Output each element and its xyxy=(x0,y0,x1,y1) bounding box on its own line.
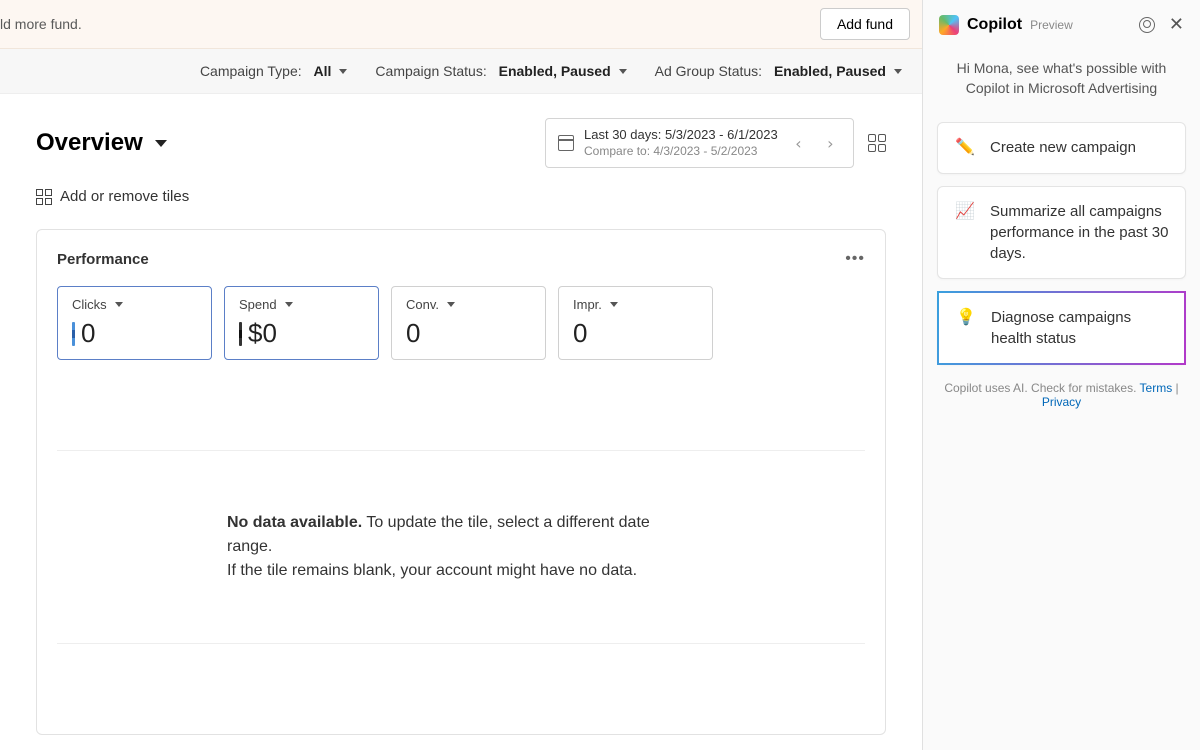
overview-dropdown[interactable]: Overview xyxy=(36,129,167,157)
copilot-header: Copilot Preview ✕ xyxy=(923,0,1200,49)
bulb-icon: 💡 xyxy=(955,307,977,329)
date-range-picker[interactable]: Last 30 days: 5/3/2023 - 6/1/2023 Compar… xyxy=(545,118,854,168)
campaign-type-filter[interactable]: Campaign Type: All xyxy=(200,63,347,79)
card-menu-button[interactable]: ••• xyxy=(845,250,865,268)
performance-card: Performance ••• Clicks0Spend$0Conv.0Impr… xyxy=(36,229,886,735)
chevron-down-icon xyxy=(285,302,293,307)
terms-link[interactable]: Terms xyxy=(1140,381,1173,395)
chart-icon: 📈 xyxy=(954,201,976,223)
chevron-down-icon xyxy=(619,69,627,74)
top-right-controls: Last 30 days: 5/3/2023 - 6/1/2023 Compar… xyxy=(545,118,886,168)
chevron-down-icon xyxy=(894,69,902,74)
copilot-suggestion-card[interactable]: 📈 Summarize all campaigns performance in … xyxy=(937,186,1186,279)
chevron-down-icon xyxy=(115,302,123,307)
fund-banner: ld more fund. Add fund xyxy=(0,0,922,49)
copilot-footer: Copilot uses AI. Check for mistakes. Ter… xyxy=(923,365,1200,425)
copilot-greeting: Hi Mona, see what's possible with Copilo… xyxy=(923,49,1200,122)
copilot-title: Copilot xyxy=(967,16,1022,34)
copilot-suggestion-card[interactable]: 💡 Diagnose campaigns health status xyxy=(937,291,1186,365)
metrics-row: Clicks0Spend$0Conv.0Impr.0 xyxy=(57,286,865,360)
metric-value: 0 xyxy=(573,318,587,349)
suggestion-text: Summarize all campaigns performance in t… xyxy=(990,201,1169,264)
add-fund-button[interactable]: Add fund xyxy=(820,8,910,40)
chevron-down-icon xyxy=(447,302,455,307)
adgroup-status-filter[interactable]: Ad Group Status: Enabled, Paused xyxy=(655,63,902,79)
overview-header-row: Overview Last 30 days: 5/3/2023 - 6/1/20… xyxy=(36,118,886,168)
tiles-icon xyxy=(36,189,52,205)
chevron-down-icon xyxy=(339,69,347,74)
date-range-text: Last 30 days: 5/3/2023 - 6/1/2023 xyxy=(584,127,778,144)
copilot-panel: Copilot Preview ✕ Hi Mona, see what's po… xyxy=(922,0,1200,750)
close-icon[interactable]: ✕ xyxy=(1169,14,1184,35)
metric-value: $0 xyxy=(248,318,277,349)
metric-impr[interactable]: Impr.0 xyxy=(558,286,713,360)
suggestion-text: Create new campaign xyxy=(990,137,1136,158)
metric-clicks[interactable]: Clicks0 xyxy=(57,286,212,360)
content-area: Overview Last 30 days: 5/3/2023 - 6/1/20… xyxy=(0,94,922,750)
metric-value: 0 xyxy=(406,318,420,349)
banner-text: ld more fund. xyxy=(0,16,82,32)
performance-title: Performance xyxy=(57,251,149,268)
no-data-message: No data available. To update the tile, s… xyxy=(57,450,865,644)
layout-grid-button[interactable] xyxy=(868,134,886,152)
pencil-icon: ✏️ xyxy=(954,137,976,159)
suggestion-text: Diagnose campaigns health status xyxy=(991,307,1168,349)
page-title: Overview xyxy=(36,129,143,157)
filters-row: Campaign Type: All Campaign Status: Enab… xyxy=(0,49,922,94)
chevron-down-icon xyxy=(610,302,618,307)
preview-badge: Preview xyxy=(1030,18,1073,32)
chevron-down-icon xyxy=(155,140,167,147)
main-area: ld more fund. Add fund Campaign Type: Al… xyxy=(0,0,922,750)
copilot-logo-icon xyxy=(939,15,959,35)
persona-button[interactable] xyxy=(1139,17,1155,33)
calendar-icon xyxy=(558,135,574,151)
date-next-button[interactable]: › xyxy=(819,134,841,153)
campaign-status-filter[interactable]: Campaign Status: Enabled, Paused xyxy=(375,63,626,79)
metric-bar-icon xyxy=(72,322,75,346)
compare-text: Compare to: 4/3/2023 - 5/2/2023 xyxy=(584,144,778,160)
metric-value: 0 xyxy=(81,318,95,349)
privacy-link[interactable]: Privacy xyxy=(1042,395,1081,409)
copilot-suggestion-card[interactable]: ✏️ Create new campaign xyxy=(937,122,1186,174)
metric-conv[interactable]: Conv.0 xyxy=(391,286,546,360)
metric-bar-icon xyxy=(239,322,242,346)
date-prev-button[interactable]: ‹ xyxy=(788,134,810,153)
metric-spend[interactable]: Spend$0 xyxy=(224,286,379,360)
add-remove-tiles-button[interactable]: Add or remove tiles xyxy=(36,188,886,205)
copilot-suggestions: ✏️ Create new campaign 📈 Summarize all camp… xyxy=(923,122,1200,365)
